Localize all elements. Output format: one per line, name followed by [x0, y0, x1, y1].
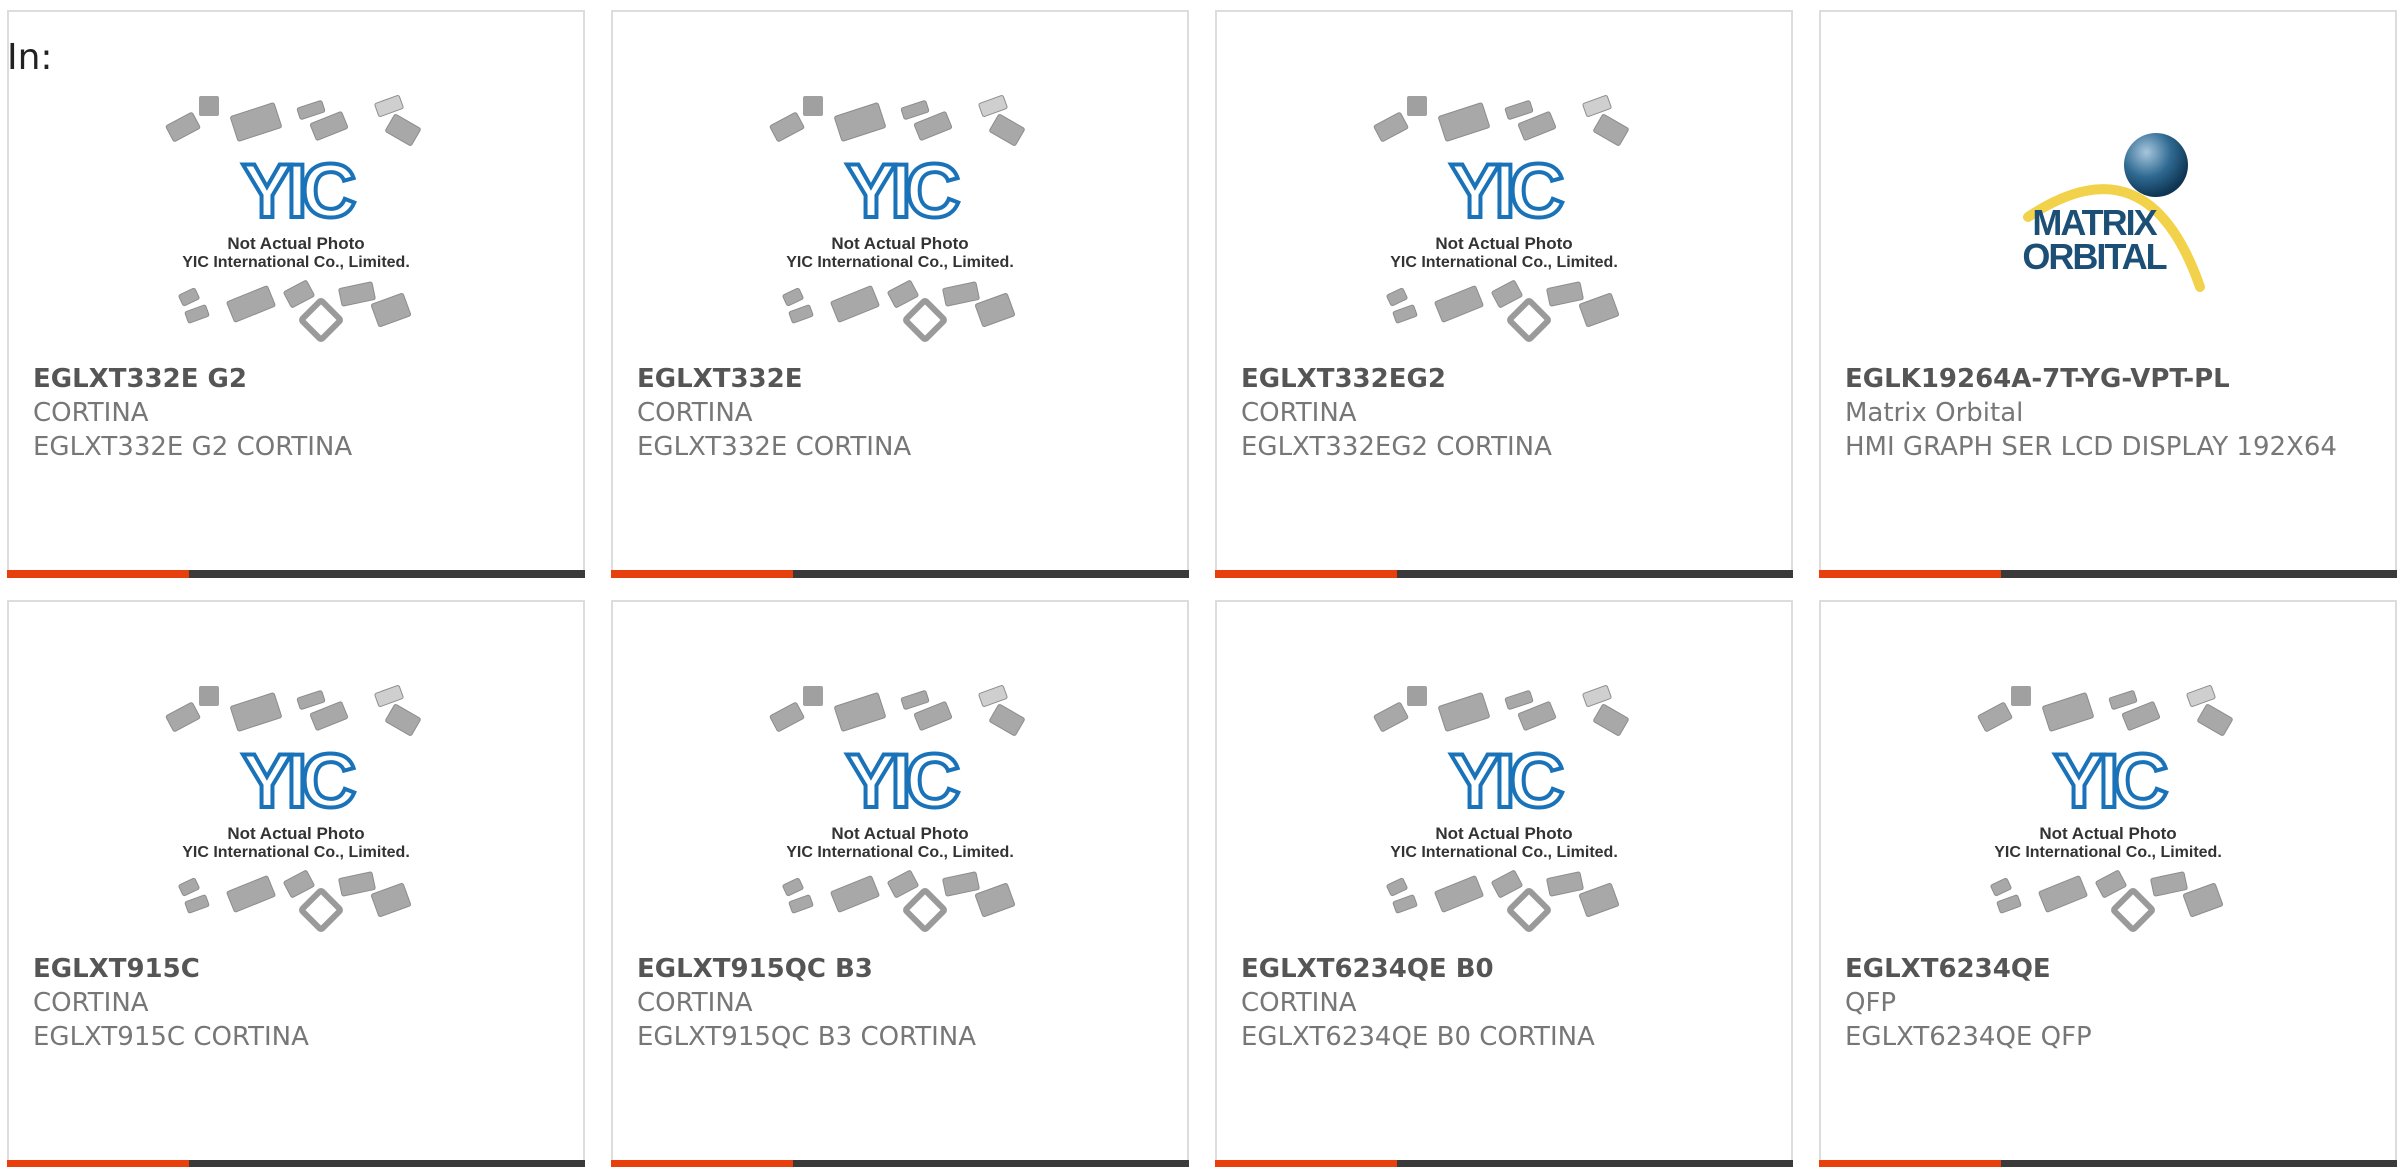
card-footer-bar	[611, 570, 1189, 578]
placeholder-caption-1: Not Actual Photo	[1435, 824, 1572, 843]
svg-text:ORBITAL: ORBITAL	[2022, 236, 2166, 277]
yic-logo-icon: YIC	[240, 147, 363, 236]
product-image[interactable]: YIC Not Actual Photo YIC International Co.…	[1217, 92, 1791, 342]
yic-logo-icon: YIC	[1448, 737, 1571, 826]
description-text: EGLXT6234QE B0 CORTINA	[1241, 1022, 1595, 1052]
manufacturer-text: CORTINA	[637, 398, 753, 428]
placeholder-caption-1: Not Actual Photo	[1435, 234, 1572, 253]
in-label: In:	[7, 37, 53, 78]
manufacturer-text: CORTINA	[33, 398, 149, 428]
part-number-link[interactable]: EGLXT6234QE	[1845, 952, 2375, 986]
card-footer-bar	[7, 1160, 585, 1167]
product-card[interactable]: YIC Not Actual Photo YIC International Co.…	[7, 600, 585, 1167]
yic-placeholder-image: YICNot Actual PhotoYIC International Co.…	[165, 95, 421, 342]
svg-text:YIC: YIC	[242, 149, 355, 234]
placeholder-caption-2: YIC International Co., Limited.	[182, 844, 410, 861]
placeholder-caption-2: YIC International Co., Limited.	[182, 254, 410, 271]
yic-placeholder-image: YICNot Actual PhotoYIC International Co.…	[1977, 685, 2233, 932]
description-text: EGLXT6234QE QFP	[1845, 1022, 2092, 1052]
card-footer-bar	[1215, 1160, 1793, 1167]
svg-text:YIC: YIC	[2054, 739, 2167, 824]
yic-placeholder-image: YICNot Actual PhotoYIC International Co.…	[1373, 685, 1629, 932]
product-card[interactable]: YIC Not Actual Photo YIC International Co.…	[1215, 600, 1793, 1167]
product-card[interactable]: YIC Not Actual Photo YIC International Co.…	[7, 10, 585, 578]
svg-text:YIC: YIC	[242, 739, 355, 824]
product-image[interactable]: YIC Not Actual Photo YIC International Co.…	[613, 682, 1187, 932]
yic-logo-icon: YIC	[844, 737, 967, 826]
yic-placeholder-image: YICNot Actual PhotoYIC International Co.…	[769, 685, 1025, 932]
product-image[interactable]: YIC Not Actual Photo YIC International Co.…	[613, 92, 1187, 342]
placeholder-caption-2: YIC International Co., Limited.	[786, 254, 1014, 271]
part-number-link[interactable]: EGLXT915C	[33, 952, 563, 986]
placeholder-caption-2: YIC International Co., Limited.	[1994, 844, 2222, 861]
svg-text:YIC: YIC	[846, 739, 959, 824]
product-image[interactable]: YIC Not Actual Photo YIC International Co.…	[1217, 682, 1791, 932]
product-card[interactable]: YIC Not Actual Photo YIC International Co.…	[1819, 600, 2397, 1167]
yic-logo-icon: YIC	[2052, 737, 2175, 826]
yic-logo-icon: YIC	[240, 737, 363, 826]
svg-text:YIC: YIC	[1450, 149, 1563, 234]
yic-logo-icon: YIC	[844, 147, 967, 236]
yic-placeholder-image: YICNot Actual PhotoYIC International Co.…	[165, 685, 421, 932]
placeholder-caption-1: Not Actual Photo	[227, 824, 364, 843]
part-number-link[interactable]: EGLXT915QC B3	[637, 952, 1167, 986]
description-text: EGLXT915QC B3 CORTINA	[637, 1022, 977, 1052]
part-number-link[interactable]: EGLXT332E G2	[33, 362, 563, 396]
part-number-link[interactable]: EGLK19264A-7T-YG-VPT-PL	[1845, 362, 2375, 396]
card-footer-bar	[611, 1160, 1189, 1167]
product-grid-page: In: YIC Not Actual Photo YIC International…	[0, 0, 2400, 1167]
svg-text:YIC: YIC	[846, 149, 959, 234]
placeholder-caption-1: Not Actual Photo	[831, 234, 968, 253]
yic-placeholder-image: YICNot Actual PhotoYIC International Co.…	[769, 95, 1025, 342]
placeholder-caption-1: Not Actual Photo	[831, 824, 968, 843]
product-image[interactable]: YIC Not Actual Photo YIC International Co.…	[9, 682, 583, 932]
product-card[interactable]: YIC Not Actual Photo YIC International Co.…	[611, 600, 1189, 1167]
product-card[interactable]: MATRIX ORBITAL EGLK19264A-7T-YG-VPT-PL Ma…	[1819, 10, 2397, 578]
manufacturer-text: CORTINA	[1241, 988, 1357, 1018]
placeholder-caption-2: YIC International Co., Limited.	[786, 844, 1014, 861]
product-image[interactable]: MATRIX ORBITAL	[1821, 92, 2395, 342]
card-footer-bar	[1819, 1160, 2397, 1167]
description-text: EGLXT332E G2 CORTINA	[33, 432, 353, 462]
placeholder-caption-1: Not Actual Photo	[2039, 824, 2176, 843]
yic-logo-icon: YIC	[1448, 147, 1571, 236]
product-image[interactable]: YIC Not Actual Photo YIC International Co.…	[9, 92, 583, 342]
part-number-link[interactable]: EGLXT6234QE B0	[1241, 952, 1771, 986]
description-text: EGLXT332EG2 CORTINA	[1241, 432, 1552, 462]
matrix-orbital-logo-icon: MATRIXORBITAL	[2022, 133, 2205, 292]
manufacturer-text: QFP	[1845, 988, 1897, 1018]
manufacturer-text: Matrix Orbital	[1845, 398, 2024, 428]
part-number-link[interactable]: EGLXT332EG2	[1241, 362, 1771, 396]
description-text: HMI GRAPH SER LCD DISPLAY 192X64	[1845, 432, 2337, 462]
yic-placeholder-image: YICNot Actual PhotoYIC International Co.…	[1373, 95, 1629, 342]
svg-text:YIC: YIC	[1450, 739, 1563, 824]
description-text: EGLXT332E CORTINA	[637, 432, 912, 462]
product-card[interactable]: YIC Not Actual Photo YIC International Co.…	[1215, 10, 1793, 578]
card-footer-bar	[1819, 570, 2397, 578]
placeholder-caption-2: YIC International Co., Limited.	[1390, 844, 1618, 861]
description-text: EGLXT915C CORTINA	[33, 1022, 309, 1052]
manufacturer-text: CORTINA	[637, 988, 753, 1018]
part-number-link[interactable]: EGLXT332E	[637, 362, 1167, 396]
card-footer-bar	[7, 570, 585, 578]
product-card[interactable]: YIC Not Actual Photo YIC International Co.…	[611, 10, 1189, 578]
placeholder-caption-1: Not Actual Photo	[227, 234, 364, 253]
manufacturer-text: CORTINA	[33, 988, 149, 1018]
product-image[interactable]: YIC Not Actual Photo YIC International Co.…	[1821, 682, 2395, 932]
manufacturer-text: CORTINA	[1241, 398, 1357, 428]
placeholder-caption-2: YIC International Co., Limited.	[1390, 254, 1618, 271]
card-footer-bar	[1215, 570, 1793, 578]
